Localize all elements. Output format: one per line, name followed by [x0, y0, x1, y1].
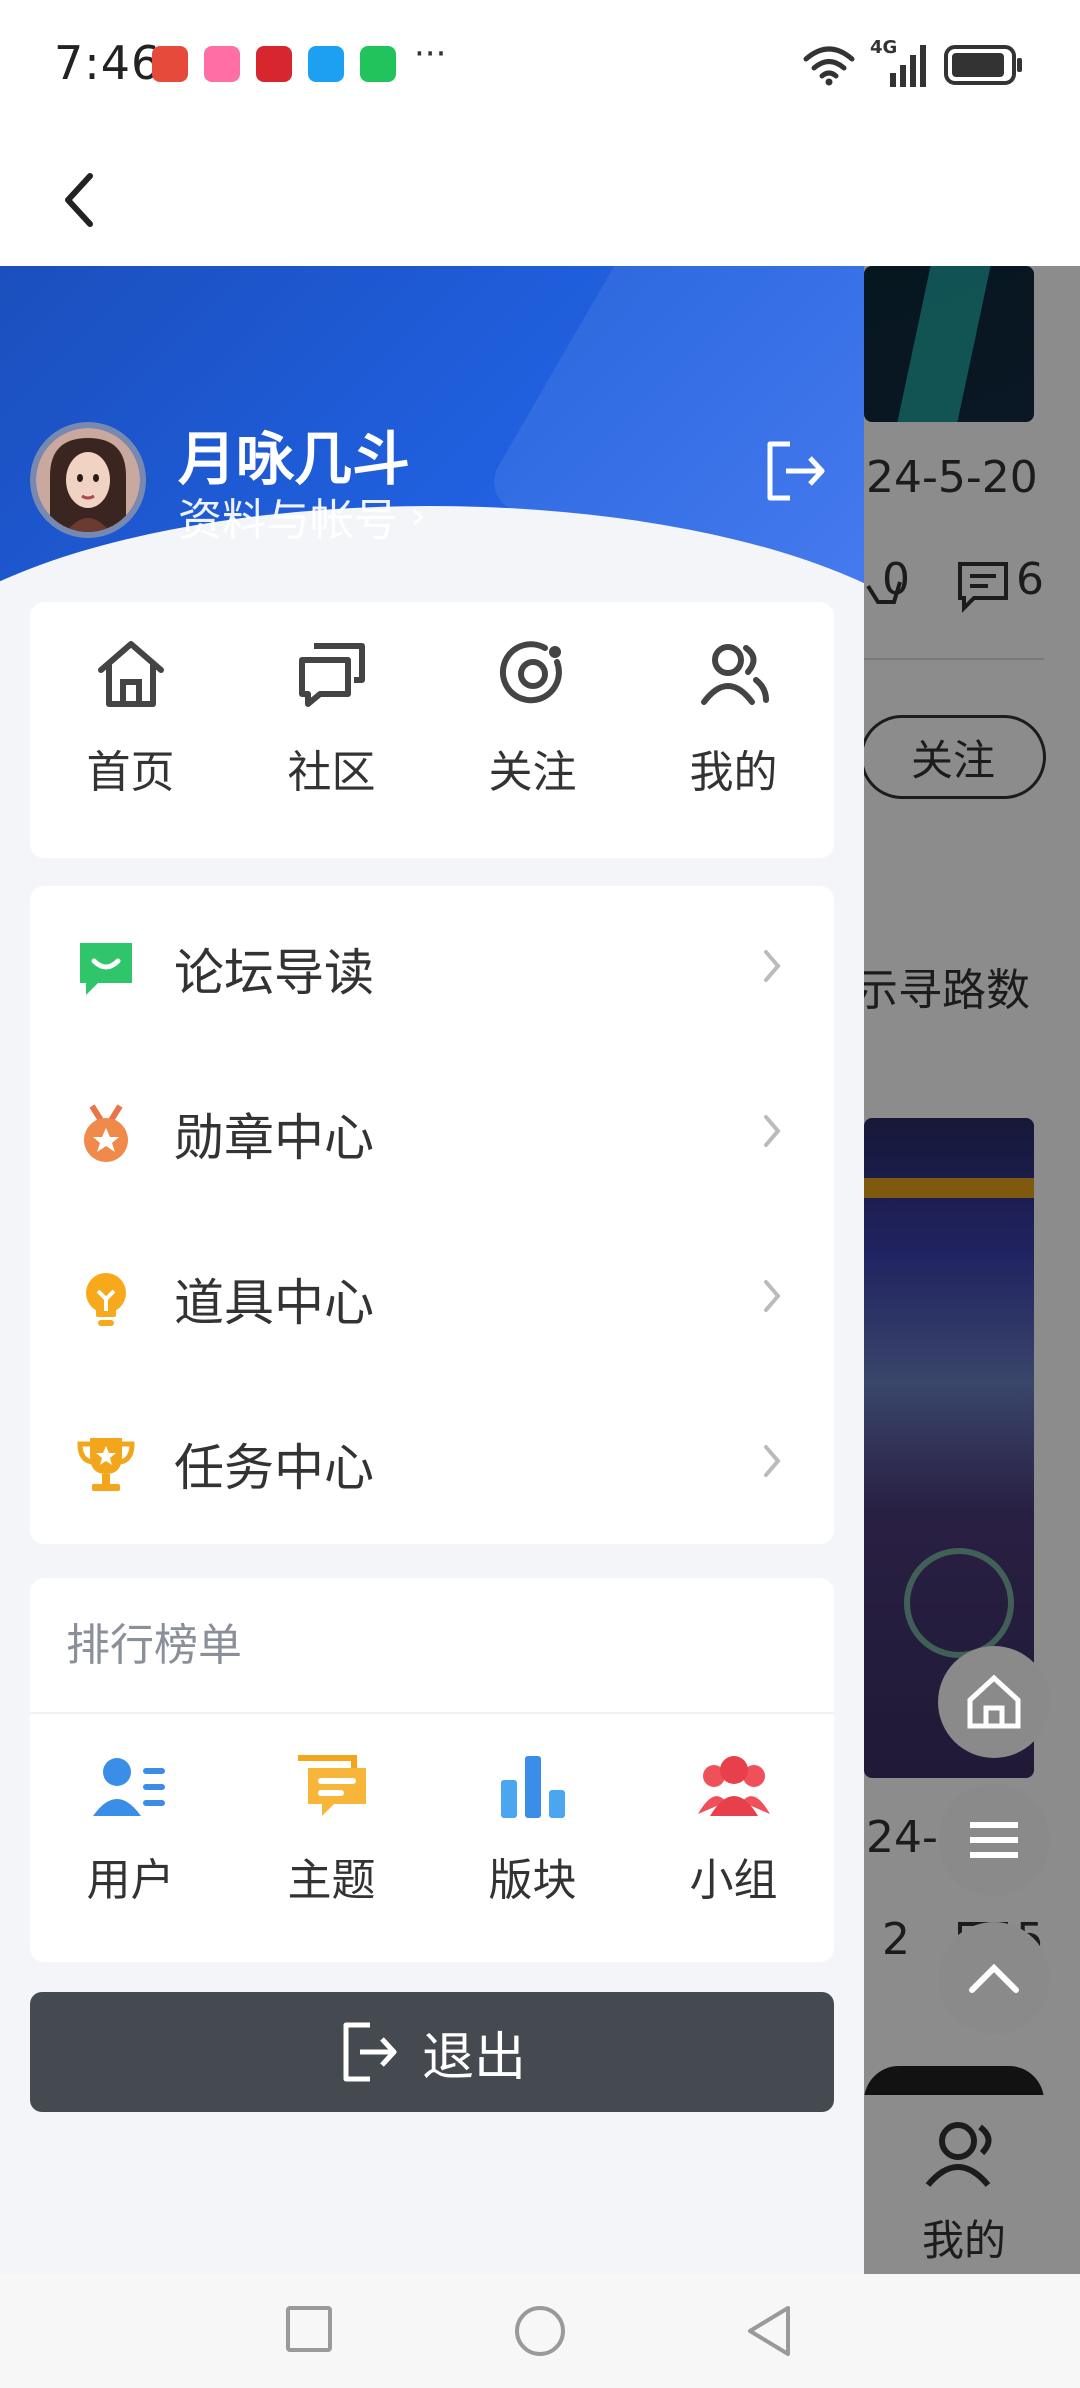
home-icon	[97, 641, 164, 707]
chevron-right-icon	[764, 1280, 781, 1312]
menu-item-task-center[interactable]: 任务中心	[30, 1381, 834, 1546]
wifi-icon	[803, 46, 855, 86]
side-drawer: 月咏几斗 资料与帐号 › 首页 社区 关注 我的 论坛导读 勋章中心 道具中心 …	[0, 266, 864, 2274]
feature-menu-card: 论坛导读 勋章中心 道具中心 任务中心	[30, 886, 834, 1544]
top-nav-bar	[0, 130, 1080, 266]
chat-bubbles-icon	[298, 643, 365, 707]
bar-chart-icon	[500, 1756, 565, 1818]
topic-icon	[297, 1755, 366, 1816]
notification-app-icon	[256, 46, 292, 82]
logout-button[interactable]	[760, 436, 830, 506]
notification-app-icon	[204, 46, 240, 82]
exit-button[interactable]: 退出	[30, 1992, 834, 2112]
quick-nav-community[interactable]: 社区	[231, 602, 432, 858]
follow-orbit-icon	[499, 641, 562, 704]
menu-icon	[970, 1822, 1018, 1858]
status-time: 7:46	[54, 36, 162, 90]
quick-nav-home[interactable]: 首页	[30, 602, 231, 858]
user-list-icon	[92, 1758, 165, 1816]
float-menu-button	[938, 1784, 1050, 1896]
rankings-grid: 用户 主题 版块 小组	[30, 1714, 834, 1962]
medal-icon	[84, 1103, 128, 1162]
battery-icon	[944, 45, 1022, 85]
users-icon	[700, 644, 769, 705]
avatar[interactable]	[30, 422, 146, 538]
chevron-up-icon	[969, 1963, 1019, 1993]
quick-nav-mine[interactable]: 我的	[633, 602, 834, 858]
profile-account-link[interactable]: 资料与帐号 ›	[178, 484, 426, 548]
system-icons: 4G	[802, 37, 1024, 90]
exit-icon	[343, 2022, 397, 2082]
cellular-signal-icon: 4G	[870, 37, 930, 89]
notification-app-icon	[152, 46, 188, 82]
menu-item-forum-guide[interactable]: 论坛导读	[30, 886, 834, 1051]
chevron-right-icon	[764, 1445, 781, 1477]
rankings-card: 排行榜单 用户 主题 版块 小组	[30, 1578, 834, 1962]
home-icon	[967, 1674, 1021, 1729]
float-top-button	[938, 1922, 1050, 2034]
quick-nav-follow[interactable]: 关注	[432, 602, 633, 858]
chevron-left-icon	[65, 173, 93, 227]
ranking-groups[interactable]: 小组	[633, 1714, 834, 1962]
back-nav-button[interactable]	[744, 2304, 794, 2358]
profile-account-link-label: 资料与帐号	[178, 495, 398, 546]
menu-item-prop-center[interactable]: 道具中心	[30, 1216, 834, 1381]
chevron-right-icon: ›	[410, 493, 426, 539]
group-icon	[697, 1756, 770, 1816]
more-notifications-icon: ···	[414, 34, 447, 74]
ranking-sections[interactable]: 版块	[432, 1714, 633, 1962]
lightbulb-icon	[86, 1272, 126, 1326]
notification-app-icon	[308, 46, 344, 82]
forum-guide-icon	[80, 942, 132, 995]
chevron-right-icon	[764, 1115, 781, 1147]
rankings-title: 排行榜单	[30, 1578, 834, 1714]
wechat-notification-icon	[360, 46, 396, 82]
float-home-button	[938, 1646, 1050, 1758]
system-nav-bar	[0, 2274, 1080, 2388]
quick-nav-card: 首页 社区 关注 我的	[30, 602, 834, 858]
trophy-icon	[77, 1437, 135, 1491]
logout-icon	[767, 441, 825, 501]
ranking-topics[interactable]: 主题	[231, 1714, 432, 1962]
avatar-image	[36, 428, 140, 532]
home-button[interactable]	[513, 2304, 567, 2358]
chevron-right-icon	[764, 950, 781, 982]
back-button[interactable]	[40, 160, 120, 240]
status-bar: 7:46 ··· 4G	[0, 0, 1080, 130]
app-screen: 7:46 ··· 4G 24-5-20 0 6 示寻路数 2 关注 我的 月咏几…	[0, 0, 1080, 2388]
menu-item-medal-center[interactable]: 勋章中心	[30, 1051, 834, 1216]
ranking-users[interactable]: 用户	[30, 1714, 231, 1962]
recent-apps-button[interactable]	[284, 2304, 334, 2354]
